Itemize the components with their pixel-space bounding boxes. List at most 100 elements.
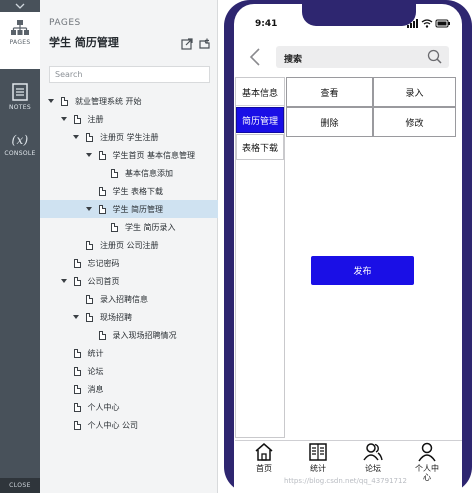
tab-profile-label: 个人中心 — [415, 464, 439, 482]
page-icon — [73, 276, 81, 286]
side-tab-basic-info[interactable]: 基本信息 — [236, 80, 284, 106]
pages-panel: PAGES 学生 简历管理 Search 就业管理系统 开始 注册 注册页 学生注册… — [40, 0, 218, 493]
page-icon — [86, 294, 93, 304]
phone-notch — [302, 4, 416, 26]
tree-item-label: 学生首页 基本信息管理 — [112, 150, 196, 160]
users-icon — [363, 443, 383, 461]
add-entry-button[interactable]: 录入 — [373, 77, 456, 107]
page-icon — [86, 240, 93, 250]
tree-item-label: 学生 表格下载 — [112, 186, 164, 196]
tree-item[interactable]: 录入招聘信息 — [40, 290, 218, 308]
tree-item[interactable]: 忘记密码 — [40, 254, 218, 272]
page-icon — [86, 132, 93, 142]
pages-search-input[interactable]: Search — [49, 66, 210, 83]
tree-item-label: 统计 — [87, 348, 104, 358]
book-icon — [309, 443, 327, 461]
tree-item[interactable]: 消息 — [40, 380, 218, 398]
page-icon — [111, 168, 118, 178]
left-rail: PAGES NOTES (x) CONSOLE CLOSE — [0, 0, 40, 493]
page-icon — [98, 186, 106, 196]
tree-item-label: 个人中心 — [87, 402, 120, 412]
tree-item[interactable]: 论坛 — [40, 362, 218, 380]
caret-down-icon[interactable] — [73, 135, 79, 139]
caret-down-icon[interactable] — [73, 315, 79, 319]
rail-notes-button[interactable]: NOTES — [0, 69, 40, 119]
caret-down-icon[interactable] — [48, 99, 54, 103]
tree-item[interactable]: 学生 表格下载 — [40, 182, 218, 200]
page-icon — [98, 204, 106, 214]
rail-console-label: CONSOLE — [4, 150, 36, 157]
tree-item[interactable]: 学生首页 基本信息管理 — [40, 146, 218, 164]
tree-item[interactable]: 注册页 公司注册 — [40, 236, 218, 254]
wifi-icon — [421, 19, 433, 28]
tree-item[interactable]: 个人中心 公司 — [40, 416, 218, 434]
tree-item-label: 就业管理系统 开始 — [75, 96, 142, 106]
rail-notes-label: NOTES — [9, 104, 31, 111]
view-button[interactable]: 查看 — [286, 77, 373, 107]
tree-item-label: 忘记密码 — [87, 258, 120, 268]
notes-icon — [12, 83, 28, 101]
sitemap-icon — [11, 20, 29, 35]
tree-item[interactable]: 就业管理系统 开始 — [40, 92, 218, 110]
caret-down-icon[interactable] — [60, 279, 67, 283]
signal-icon — [407, 19, 418, 28]
page-icon — [73, 258, 81, 268]
page-tree: 就业管理系统 开始注册注册页 学生注册学生首页 基本信息管理基本信息添加学生 表… — [40, 92, 218, 434]
tree-item[interactable]: 现场招聘 — [40, 308, 218, 326]
tab-home[interactable]: 首页 — [239, 442, 289, 490]
search-icon[interactable] — [427, 49, 442, 64]
app-search-label: 搜索 — [284, 55, 303, 65]
tab-statistics-label: 统计 — [310, 464, 326, 473]
caret-down-icon[interactable] — [60, 117, 67, 121]
tree-item[interactable]: 学生 简历录入 — [40, 218, 218, 236]
page-icon — [73, 402, 81, 412]
page-icon — [73, 114, 81, 124]
delete-button[interactable]: 删除 — [286, 107, 373, 137]
prototype-editor: PAGES NOTES (x) CONSOLE CLOSE PAGES 学生 简… — [0, 0, 474, 493]
back-arrow-icon[interactable] — [249, 48, 261, 66]
tree-item-label: 学生 简历录入 — [125, 222, 176, 232]
status-icons — [407, 19, 450, 28]
page-icon — [61, 96, 68, 106]
collapse-chevron-icon[interactable] — [0, 0, 40, 12]
caret-down-icon[interactable] — [85, 207, 92, 211]
rail-close-button[interactable]: CLOSE — [0, 478, 40, 493]
tree-item[interactable]: 学生 简历管理 — [40, 200, 218, 218]
tree-item-label: 注册页 公司注册 — [100, 240, 159, 250]
caret-down-icon[interactable] — [85, 153, 92, 157]
tree-item[interactable]: 统计 — [40, 344, 218, 362]
watermark: https://blog.csdn.net/qq_43791712 — [284, 477, 407, 485]
status-time: 9:41 — [255, 19, 278, 29]
tab-home-label: 首页 — [256, 464, 272, 473]
edit-button[interactable]: 修改 — [373, 107, 456, 137]
add-folder-icon[interactable] — [198, 35, 210, 49]
publish-button[interactable]: 发布 — [311, 256, 414, 285]
tree-item[interactable]: 基本信息添加 — [40, 164, 218, 182]
battery-icon — [435, 19, 450, 28]
rail-pages-label: PAGES — [9, 39, 31, 46]
tree-item-label: 录入现场招聘情况 — [112, 330, 177, 340]
page-icon — [98, 150, 106, 160]
tab-forum-label: 论坛 — [365, 464, 381, 473]
tree-item[interactable]: 个人中心 — [40, 398, 218, 416]
person-icon — [418, 442, 436, 462]
tree-item-label: 消息 — [87, 384, 104, 394]
rail-pages-button[interactable]: PAGES — [0, 12, 40, 69]
page-title: 学生 简历管理 — [49, 36, 119, 49]
add-page-icon[interactable] — [181, 35, 193, 50]
page-icon — [73, 366, 81, 376]
tree-item[interactable]: 录入现场招聘情况 — [40, 326, 218, 344]
page-icon — [111, 222, 118, 232]
tree-item-label: 基本信息添加 — [125, 168, 173, 178]
tree-item[interactable]: 公司首页 — [40, 272, 218, 290]
rail-console-button[interactable]: (x) CONSOLE — [0, 119, 40, 169]
tree-item-label: 学生 简历管理 — [112, 204, 164, 214]
tab-profile[interactable]: 个人中心 — [402, 442, 452, 490]
tree-item[interactable]: 注册 — [40, 110, 218, 128]
tree-item-label: 注册页 学生注册 — [100, 132, 159, 142]
tree-item[interactable]: 注册页 学生注册 — [40, 128, 218, 146]
page-icon — [86, 312, 93, 322]
side-tab-form-download[interactable]: 表格下载 — [236, 134, 284, 160]
side-tab-resume-management[interactable]: 简历管理 — [236, 107, 284, 133]
page-icon — [73, 384, 81, 394]
